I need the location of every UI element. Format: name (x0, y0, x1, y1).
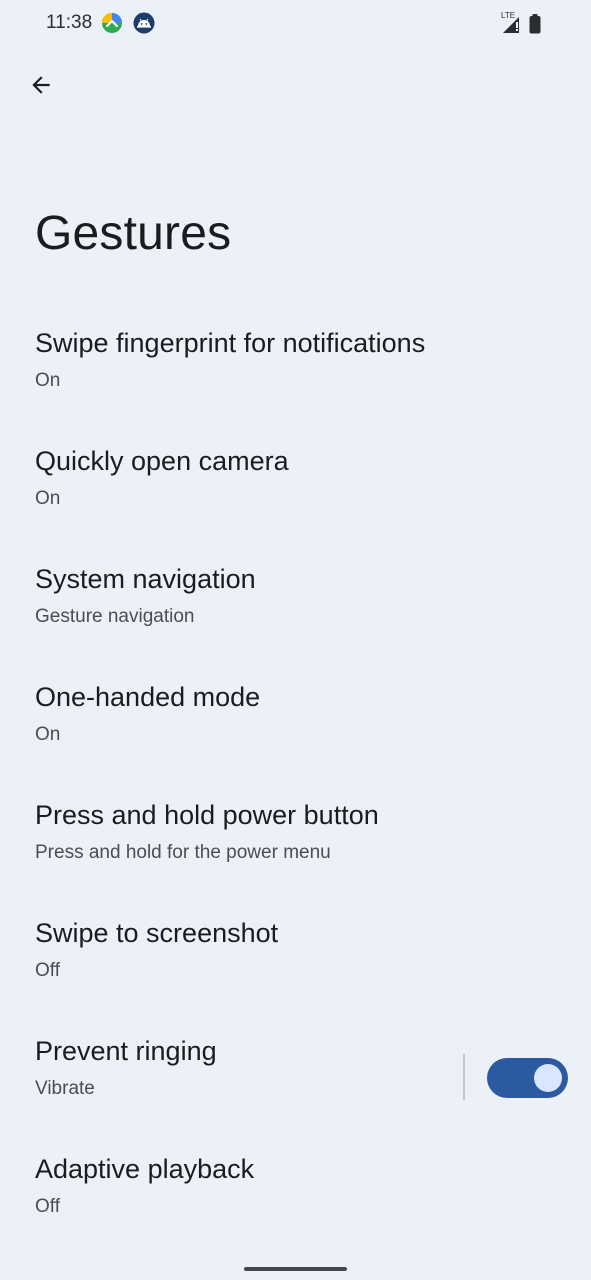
setting-title: Prevent ringing (35, 1036, 217, 1066)
status-bar: 11:38 LTE (0, 0, 591, 48)
setting-summary: Press and hold for the power menu (35, 842, 331, 863)
android-app-icon (133, 12, 155, 34)
setting-summary: On (35, 370, 61, 391)
setting-title: Press and hold power button (35, 800, 379, 830)
setting-title: Swipe fingerprint for notifications (35, 328, 426, 358)
setting-summary: Gesture navigation (35, 606, 195, 627)
setting-title: Quickly open camera (35, 446, 289, 476)
page-title: Gestures (35, 207, 232, 260)
setting-title: System navigation (35, 564, 256, 594)
toggle-thumb (534, 1064, 562, 1092)
setting-title: Swipe to screenshot (35, 918, 279, 948)
setting-swipe-fingerprint[interactable]: Swipe fingerprint for notifications On (0, 302, 591, 420)
setting-one-handed-mode[interactable]: One-handed mode On (0, 656, 591, 774)
prevent-ringing-toggle[interactable] (487, 1058, 568, 1098)
setting-prevent-ringing[interactable]: Prevent ringing Vibrate (0, 1010, 591, 1128)
setting-system-navigation[interactable]: System navigation Gesture navigation (0, 538, 591, 656)
status-right-cluster: LTE (501, 10, 551, 36)
maps-app-icon (102, 13, 122, 33)
setting-summary: Off (35, 960, 60, 981)
settings-list: Swipe fingerprint for notifications On Q… (0, 302, 591, 1246)
signal-icon: LTE (501, 11, 519, 33)
setting-swipe-to-screenshot[interactable]: Swipe to screenshot Off (0, 892, 591, 1010)
setting-quickly-open-camera[interactable]: Quickly open camera On (0, 420, 591, 538)
toggle-divider (463, 1054, 465, 1100)
back-button[interactable] (22, 66, 60, 104)
setting-press-and-hold-power[interactable]: Press and hold power button Press and ho… (0, 774, 591, 892)
setting-summary: On (35, 724, 61, 745)
battery-icon (529, 14, 541, 34)
setting-title: Adaptive playback (35, 1154, 255, 1184)
setting-summary: Vibrate (35, 1078, 95, 1099)
setting-summary: Off (35, 1196, 60, 1217)
arrow-back-icon (32, 76, 50, 94)
gesture-nav-handle[interactable] (244, 1267, 347, 1271)
status-time: 11:38 (46, 12, 93, 33)
network-type-label: LTE (501, 11, 515, 20)
setting-adaptive-playback[interactable]: Adaptive playback Off (0, 1128, 591, 1246)
setting-summary: On (35, 488, 61, 509)
setting-title: One-handed mode (35, 682, 261, 712)
